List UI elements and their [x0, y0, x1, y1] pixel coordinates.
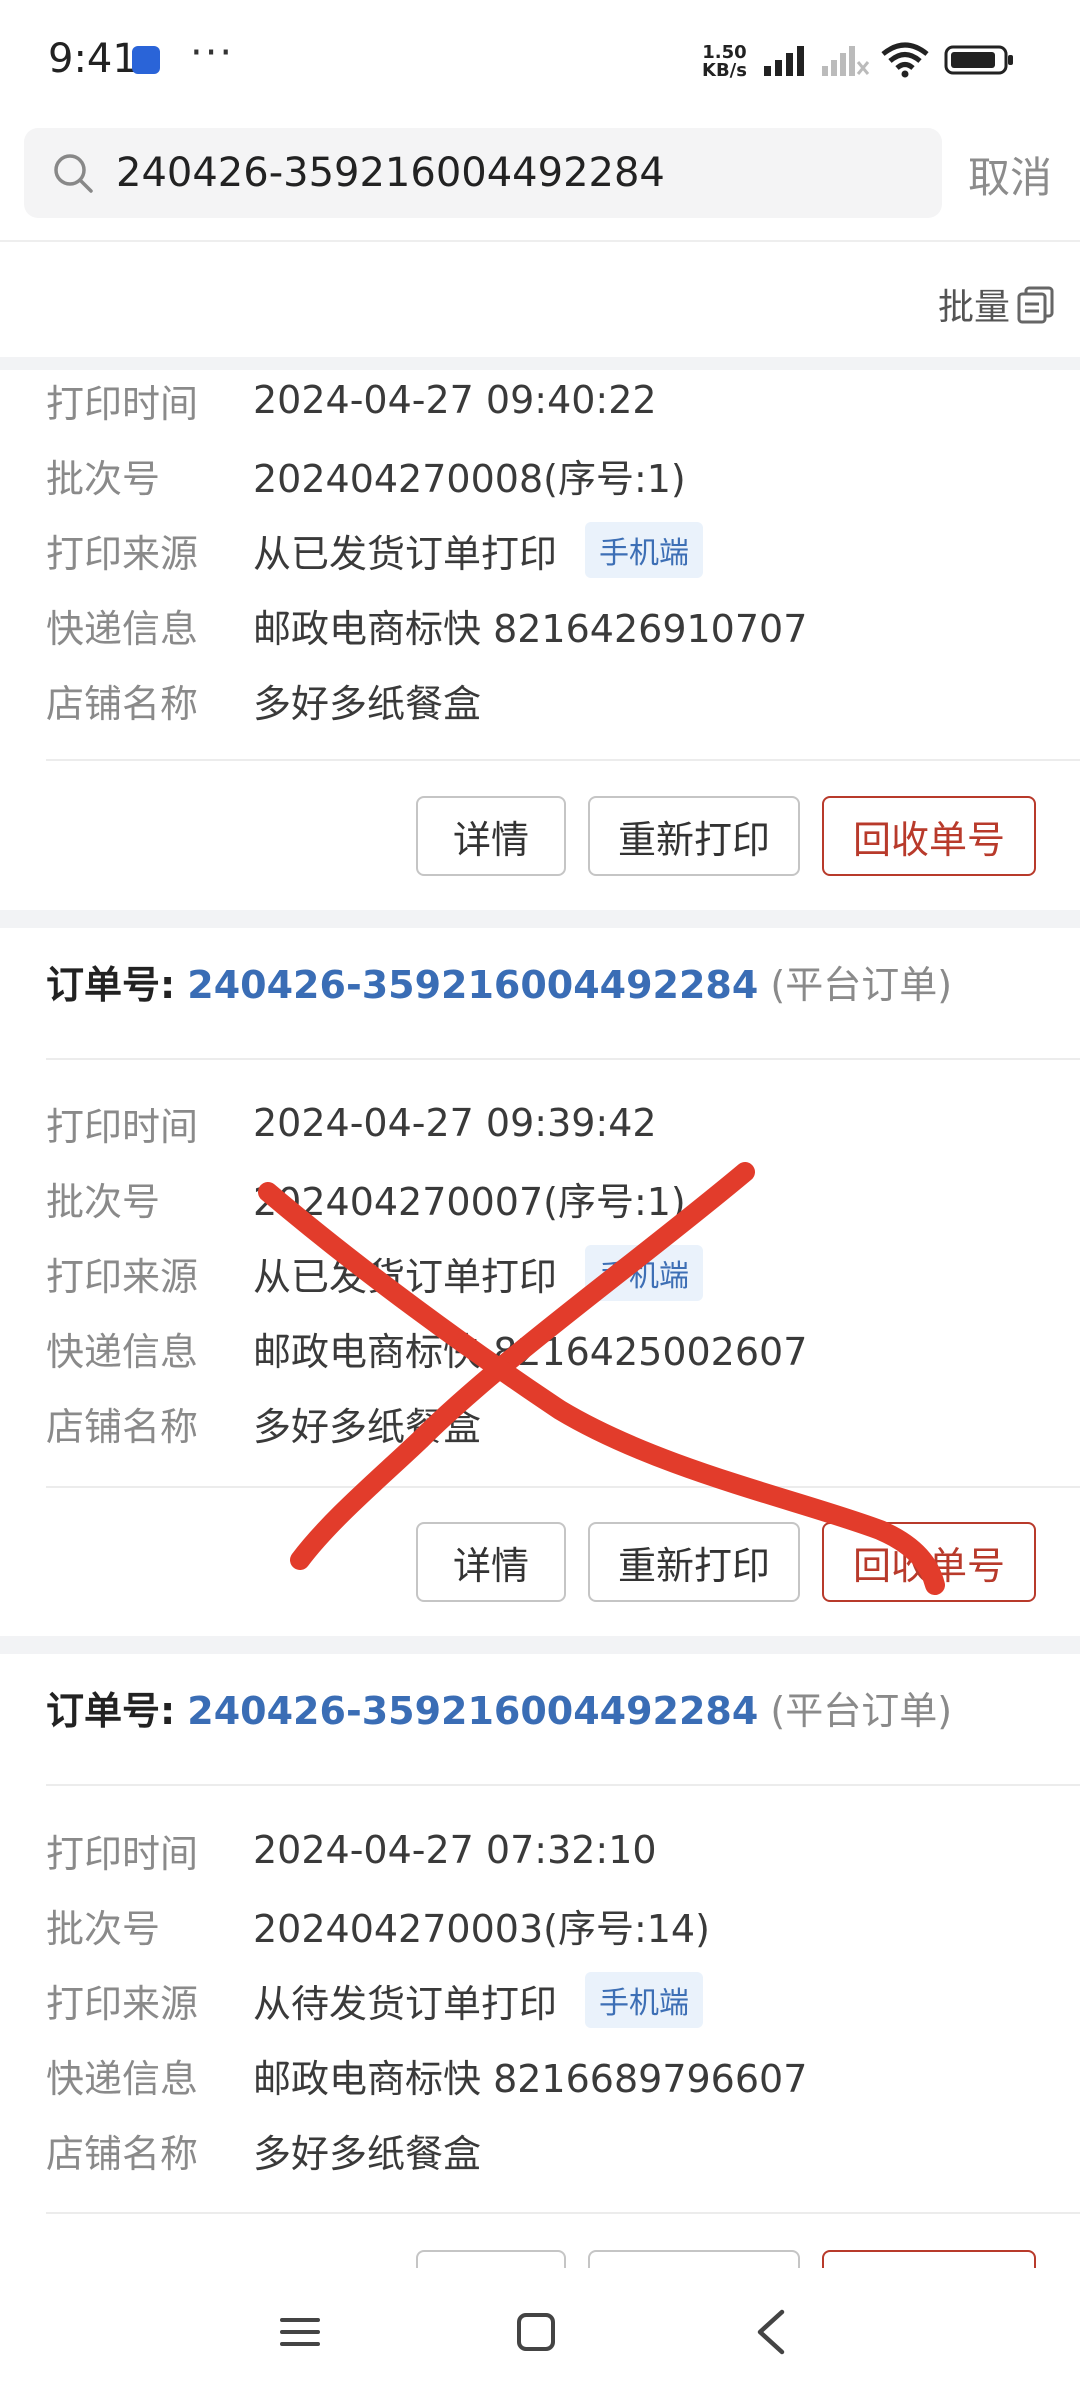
order-header: 订单号: 240426-359216004492284 (平台订单): [46, 954, 952, 1009]
search-icon: [54, 154, 93, 193]
print-source-value: 从待发货订单打印: [253, 1981, 558, 2026]
toolbar: 批量: [0, 242, 1080, 357]
search-bar: 取消: [0, 120, 1080, 240]
menu-icon[interactable]: [280, 2312, 320, 2352]
express-info-label: 快递信息: [46, 606, 199, 651]
batch-no-row: 批次号 202404270003(序号:14): [46, 1895, 710, 1955]
source-tag: 手机端: [585, 1245, 704, 1301]
more-notifications-icon: ···: [190, 30, 235, 76]
order-card: 订单号: 240426-359216004492284 (平台订单) 打印时间 …: [0, 1654, 1080, 2330]
card-divider: [46, 2212, 1080, 2214]
print-source-row: 打印来源 从已发货订单打印 手机端: [46, 1243, 704, 1303]
reprint-button[interactable]: 重新打印: [588, 1522, 800, 1602]
signal-icon: [764, 46, 804, 76]
signal-no-service-icon: [822, 46, 870, 76]
batch-label: 批量: [937, 287, 1010, 328]
battery-icon: [944, 45, 1013, 75]
system-nav-bar: [0, 2268, 1080, 2400]
express-info-value: 邮政电商标快 8216425002607: [253, 1329, 808, 1374]
shop-name-label: 店铺名称: [46, 681, 199, 726]
express-info-label: 快递信息: [46, 2056, 199, 2101]
card-divider: [46, 759, 1080, 761]
batch-select-icon: [1017, 286, 1054, 324]
card-divider: [46, 1058, 1080, 1060]
print-source-label: 打印来源: [46, 531, 199, 576]
detail-button[interactable]: 详情: [416, 796, 566, 876]
print-source-value: 从已发货订单打印: [253, 1254, 558, 1299]
print-source-label: 打印来源: [46, 1981, 199, 2026]
print-time-label: 打印时间: [46, 1831, 199, 1876]
express-info-row: 快递信息 邮政电商标快 8216689796607: [46, 2045, 807, 2105]
batch-no-label: 批次号: [46, 1906, 161, 1951]
express-info-value: 邮政电商标快 8216426910707: [253, 606, 808, 651]
batch-no-label: 批次号: [46, 1179, 161, 1224]
print-time-label: 打印时间: [46, 381, 199, 426]
print-time-row: 打印时间 2024-04-27 09:40:22: [46, 370, 657, 430]
print-time-value: 2024-04-27 07:32:10: [253, 1828, 657, 1872]
print-time-label: 打印时间: [46, 1104, 199, 1149]
print-time-value: 2024-04-27 09:39:42: [253, 1101, 657, 1145]
shop-name-row: 店铺名称 多好多纸餐盒: [46, 670, 481, 730]
order-label: 订单号:: [46, 963, 176, 1007]
batch-no-label: 批次号: [46, 456, 161, 501]
order-card: 打印时间 2024-04-27 09:40:22 批次号 20240427000…: [0, 370, 1080, 910]
network-speed: 1.50 KB/s: [702, 44, 747, 80]
search-input[interactable]: [116, 146, 916, 200]
print-source-row: 打印来源 从已发货订单打印 手机端: [46, 520, 704, 580]
batch-button[interactable]: 批量: [938, 278, 1056, 330]
shop-name-value: 多好多纸餐盒: [253, 2131, 482, 2176]
print-source-value: 从已发货订单打印: [253, 531, 558, 576]
batch-no-row: 批次号 202404270007(序号:1): [46, 1168, 686, 1228]
network-speed-unit: KB/s: [702, 60, 747, 81]
print-source-label: 打印来源: [46, 1254, 199, 1299]
batch-no-value: 202404270003(序号:14): [253, 1906, 710, 1951]
back-icon[interactable]: [752, 2308, 792, 2356]
order-number[interactable]: 240426-359216004492284: [187, 963, 758, 1007]
shop-name-value: 多好多纸餐盒: [253, 1404, 482, 1449]
cancel-button[interactable]: 取消: [968, 144, 1052, 205]
batch-no-value: 202404270008(序号:1): [253, 456, 686, 501]
app-notification-icon: [132, 46, 160, 74]
home-icon[interactable]: [516, 2312, 556, 2352]
print-time-row: 打印时间 2024-04-27 07:32:10: [46, 1820, 657, 1880]
express-info-row: 快递信息 邮政电商标快 8216425002607: [46, 1318, 807, 1378]
reprint-button[interactable]: 重新打印: [588, 796, 800, 876]
order-type: (平台订单): [770, 963, 953, 1007]
express-info-label: 快递信息: [46, 1329, 199, 1374]
shop-name-row: 店铺名称 多好多纸餐盒: [46, 1393, 481, 1453]
order-number[interactable]: 240426-359216004492284: [187, 1689, 758, 1733]
shop-name-label: 店铺名称: [46, 1404, 199, 1449]
status-bar: 9:41 ··· 1.50 KB/s: [0, 0, 1080, 120]
status-time: 9:41: [48, 36, 138, 82]
card-divider: [46, 1486, 1080, 1488]
express-info-row: 快递信息 邮政电商标快 8216426910707: [46, 595, 807, 655]
order-card: 订单号: 240426-359216004492284 (平台订单) 打印时间 …: [0, 928, 1080, 1636]
order-type: (平台订单): [770, 1689, 953, 1733]
shop-name-label: 店铺名称: [46, 2131, 199, 2176]
print-source-row: 打印来源 从待发货订单打印 手机端: [46, 1970, 704, 2030]
recycle-number-button[interactable]: 回收单号: [822, 1522, 1036, 1602]
express-info-value: 邮政电商标快 8216689796607: [253, 2056, 808, 2101]
print-time-value: 2024-04-27 09:40:22: [253, 378, 657, 422]
source-tag: 手机端: [585, 1972, 704, 2028]
shop-name-value: 多好多纸餐盒: [253, 681, 482, 726]
search-box[interactable]: [24, 128, 942, 218]
batch-no-value: 202404270007(序号:1): [253, 1179, 686, 1224]
batch-no-row: 批次号 202404270008(序号:1): [46, 445, 686, 505]
detail-button[interactable]: 详情: [416, 1522, 566, 1602]
order-header: 订单号: 240426-359216004492284 (平台订单): [46, 1680, 952, 1735]
wifi-icon: [881, 42, 929, 78]
recycle-number-button[interactable]: 回收单号: [822, 796, 1036, 876]
source-tag: 手机端: [585, 522, 704, 578]
card-divider: [46, 1784, 1080, 1786]
print-time-row: 打印时间 2024-04-27 09:39:42: [46, 1093, 657, 1153]
shop-name-row: 店铺名称 多好多纸餐盒: [46, 2120, 481, 2180]
order-label: 订单号:: [46, 1689, 176, 1733]
